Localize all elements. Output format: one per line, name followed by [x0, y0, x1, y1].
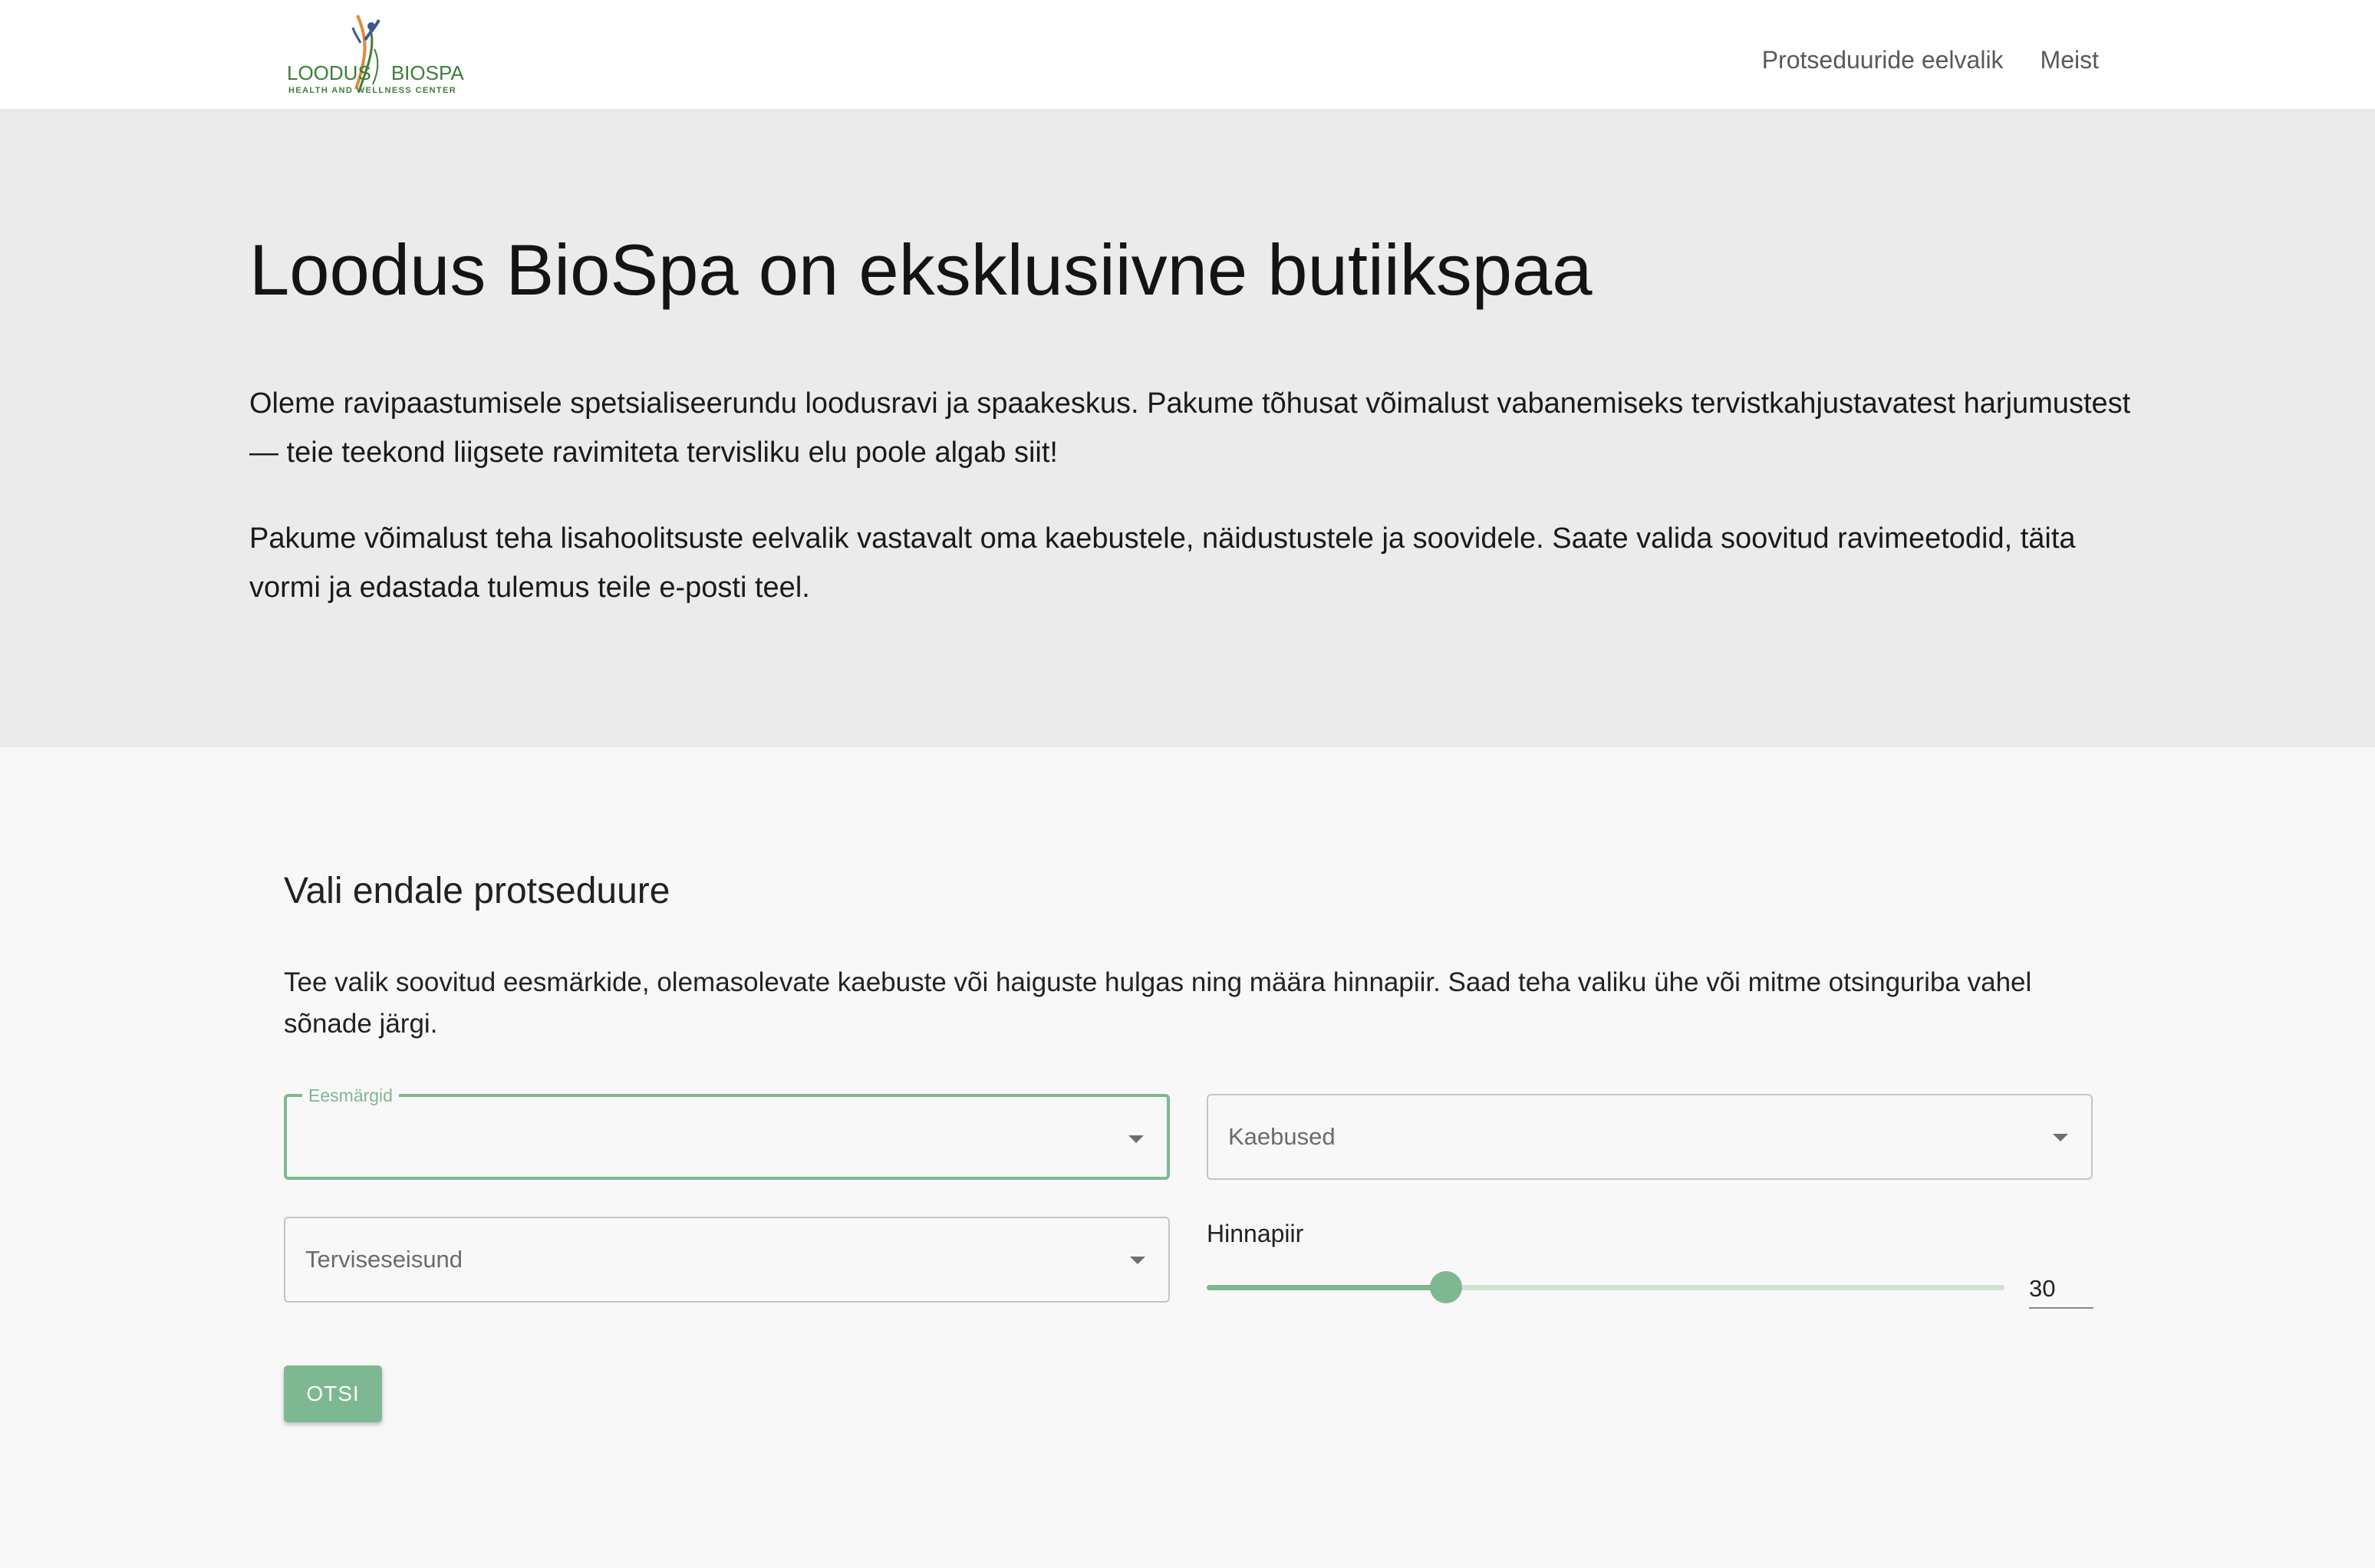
- selection-title: Vali endale protseduure: [284, 871, 670, 911]
- logo-tagline: HEALTH AND WELLNESS CENTER: [288, 86, 457, 95]
- loodus-biospa-logo[interactable]: LOODUS BIOSPA HEALTH AND WELLNESS CENTER: [284, 9, 464, 100]
- main-nav: Protseduuride eelvalik Meist: [1762, 46, 2099, 74]
- hero-title: Loodus BioSpa on eksklusiivne butiikspaa: [249, 229, 1593, 310]
- slider-thumb[interactable]: [1430, 1271, 1462, 1303]
- search-button[interactable]: OTSI: [284, 1365, 382, 1422]
- chevron-down-icon: [1130, 1257, 1145, 1264]
- chevron-down-icon: [1128, 1135, 1144, 1143]
- goals-label: Eesmärgid: [302, 1085, 399, 1106]
- price-limit-slider[interactable]: [1207, 1271, 2004, 1303]
- nav-link-procedure-preselection[interactable]: Protseduuride eelvalik: [1762, 46, 2004, 74]
- complaints-placeholder: Kaebused: [1228, 1123, 1336, 1150]
- price-limit-input[interactable]: 30: [2029, 1270, 2093, 1309]
- hero-paragraph-2: Pakume võimalust teha lisahoolitsuste ee…: [249, 522, 2076, 604]
- chevron-down-icon: [2053, 1134, 2068, 1141]
- logo-brand-text: LOODUS BIOSPA: [287, 61, 464, 84]
- site-header: LOODUS BIOSPA HEALTH AND WELLNESS CENTER …: [0, 0, 2375, 110]
- complaints-select[interactable]: Kaebused: [1207, 1094, 2093, 1180]
- procedure-selection-section: Vali endale protseduure Tee valik soovit…: [0, 747, 2375, 1568]
- nav-link-about[interactable]: Meist: [2041, 46, 2099, 74]
- price-limit-value: 30: [2029, 1275, 2056, 1302]
- selection-intro: Tee valik soovitud eesmärkide, olemasole…: [284, 967, 2032, 1039]
- goals-select[interactable]: Eesmärgid: [284, 1085, 1170, 1180]
- hero-section: Loodus BioSpa on eksklusiivne butiikspaa…: [0, 110, 2375, 747]
- hero-paragraph-1: Oleme ravipaastumisele spetsialiseerundu…: [249, 387, 2131, 469]
- health-condition-select[interactable]: Terviseseisund: [284, 1217, 1170, 1303]
- price-limit-label: Hinnapiir: [1207, 1220, 1304, 1247]
- health-condition-placeholder: Terviseseisund: [305, 1246, 463, 1273]
- slider-fill: [1207, 1285, 1446, 1290]
